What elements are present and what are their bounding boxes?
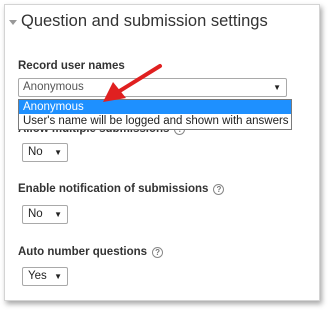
caret-down-icon[interactable] xyxy=(9,20,17,25)
help-icon[interactable]: ? xyxy=(213,183,225,195)
auto-number-label: Auto number questions ? xyxy=(18,246,164,258)
settings-panel: Question and submission settings Record … xyxy=(4,4,320,301)
auto-number-select[interactable]: Yes ▼ xyxy=(22,267,68,286)
record-user-names-select[interactable]: Anonymous ▼ xyxy=(18,78,287,97)
record-user-names-options[interactable]: Anonymous User's name will be logged and… xyxy=(18,99,292,130)
help-icon[interactable]: ? xyxy=(152,246,164,258)
auto-number-label-text: Auto number questions xyxy=(18,246,148,258)
notification-value: No xyxy=(28,208,43,220)
option-anonymous[interactable]: Anonymous xyxy=(19,100,291,114)
dropdown-arrow-icon: ▼ xyxy=(273,83,281,92)
allow-multiple-value: No xyxy=(28,146,43,158)
dropdown-arrow-icon: ▼ xyxy=(54,210,62,219)
notification-select[interactable]: No ▼ xyxy=(22,205,68,224)
record-user-names-label-text: Record user names xyxy=(18,60,125,72)
section-header[interactable]: Question and submission settings xyxy=(9,12,319,31)
option-log-user-name[interactable]: User's name will be logged and shown wit… xyxy=(19,114,291,128)
record-user-names-label: Record user names xyxy=(18,60,125,72)
allow-multiple-select[interactable]: No ▼ xyxy=(22,143,68,162)
dropdown-arrow-icon: ▼ xyxy=(54,148,62,157)
section-title: Question and submission settings xyxy=(21,12,268,30)
notification-label-text: Enable notification of submissions xyxy=(18,183,209,195)
notification-label: Enable notification of submissions ? xyxy=(18,183,225,195)
auto-number-value: Yes xyxy=(28,270,47,282)
dropdown-arrow-icon: ▼ xyxy=(54,272,62,281)
record-user-names-value: Anonymous xyxy=(23,81,84,93)
